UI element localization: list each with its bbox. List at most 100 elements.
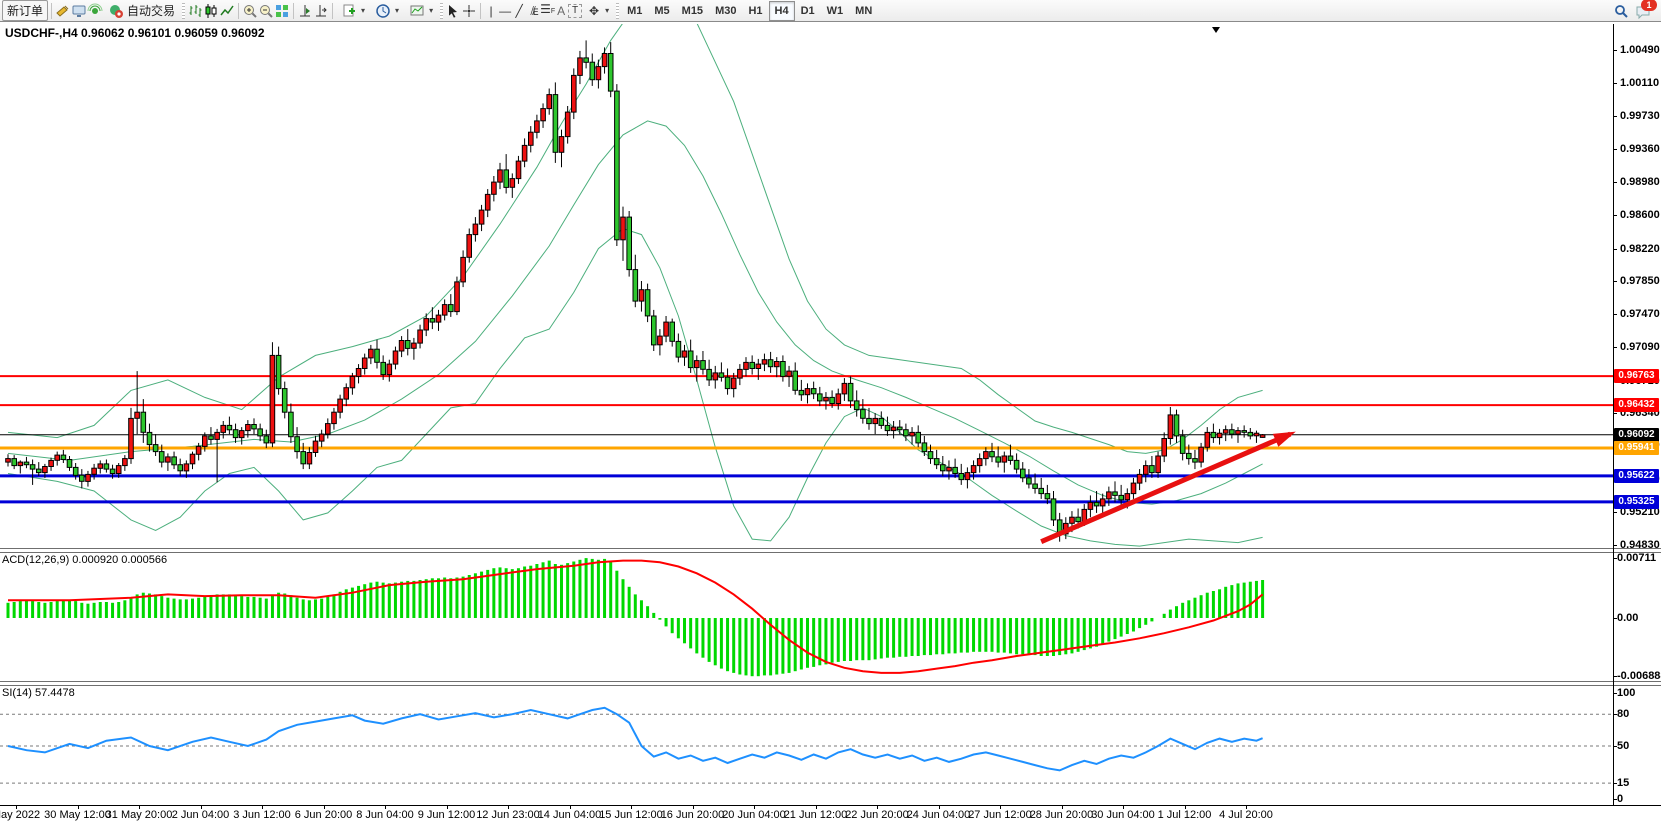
search-icon[interactable] bbox=[1613, 3, 1629, 19]
vertical-line-tool-icon[interactable]: | bbox=[484, 3, 498, 19]
candle-body bbox=[436, 315, 441, 322]
price-axis-tick bbox=[1613, 50, 1617, 51]
timeframe-button-m30[interactable]: M30 bbox=[709, 1, 742, 21]
candle-body bbox=[73, 467, 78, 475]
candle-body bbox=[633, 270, 638, 302]
candle-body bbox=[196, 446, 201, 454]
candle-body bbox=[854, 401, 859, 410]
candle-body bbox=[381, 362, 386, 374]
candle-body bbox=[1113, 492, 1118, 496]
candle-body bbox=[984, 452, 989, 459]
candle-body bbox=[455, 282, 460, 312]
auto-scroll-icon[interactable] bbox=[297, 3, 313, 19]
candle-body bbox=[713, 373, 718, 380]
crosshair-tool-icon[interactable] bbox=[461, 3, 477, 19]
arrows-tool-button[interactable]: ✥▾ bbox=[582, 0, 614, 21]
main-chart-canvas[interactable] bbox=[0, 24, 1613, 548]
candle-body bbox=[1199, 447, 1204, 462]
candle-body bbox=[1168, 415, 1173, 439]
candle-body bbox=[405, 341, 410, 349]
candle-body bbox=[941, 465, 946, 471]
zoom-in-icon[interactable] bbox=[242, 3, 258, 19]
candle-body bbox=[934, 459, 939, 465]
new-order-button[interactable]: 新订单 bbox=[2, 0, 48, 21]
rsi-canvas[interactable] bbox=[0, 684, 1613, 805]
candle-body bbox=[756, 364, 761, 368]
timeframe-button-w1[interactable]: W1 bbox=[821, 1, 850, 21]
macd-canvas[interactable] bbox=[0, 551, 1613, 681]
candle-body bbox=[959, 474, 964, 480]
clock-icon bbox=[375, 3, 391, 19]
bar-chart-type-icon[interactable] bbox=[187, 3, 203, 19]
candle-body bbox=[326, 424, 331, 435]
fibonacci-tool-icon[interactable]: ☰F bbox=[540, 1, 554, 20]
candlestick-chart-type-icon[interactable] bbox=[203, 3, 219, 19]
zoom-out-icon[interactable] bbox=[258, 3, 274, 19]
timeframe-button-d1[interactable]: D1 bbox=[795, 1, 821, 21]
new-chart-button[interactable]: ▾ bbox=[336, 0, 370, 21]
candle-body bbox=[313, 441, 318, 452]
candle-body bbox=[1254, 433, 1259, 436]
timeframe-button-h1[interactable]: H1 bbox=[742, 1, 768, 21]
rsi-axis-label: 80 bbox=[1617, 708, 1657, 720]
price-axis-tick bbox=[1613, 347, 1617, 348]
candle-body bbox=[1150, 466, 1155, 473]
price-axis-tick bbox=[1613, 83, 1617, 84]
candle-body bbox=[424, 319, 429, 330]
market-watch-icon[interactable] bbox=[55, 3, 71, 19]
chart-shift-icon[interactable] bbox=[313, 3, 329, 19]
candle-body bbox=[430, 319, 435, 323]
price-axis-tick bbox=[1613, 281, 1617, 282]
candle-body bbox=[1137, 474, 1142, 483]
candle-body bbox=[356, 369, 361, 377]
candle-body bbox=[627, 217, 632, 270]
candle-body bbox=[602, 54, 607, 67]
candle-body bbox=[1242, 431, 1247, 433]
line-chart-type-icon[interactable] bbox=[219, 3, 235, 19]
arrows-tool-icon: ✥ bbox=[587, 3, 601, 19]
notifications-chat-icon[interactable]: 1 bbox=[1635, 3, 1651, 19]
candle-body bbox=[1260, 435, 1265, 438]
timeframe-button-m5[interactable]: M5 bbox=[648, 1, 675, 21]
candle-body bbox=[319, 434, 324, 441]
indicators-icon bbox=[409, 3, 425, 19]
candle-body bbox=[670, 322, 675, 341]
candle-body bbox=[80, 475, 85, 481]
candle-body bbox=[43, 467, 48, 473]
tile-windows-icon[interactable] bbox=[274, 3, 290, 19]
autotrading-button[interactable]: 自动交易 bbox=[103, 0, 180, 21]
cursor-tool-icon[interactable] bbox=[445, 3, 461, 19]
candle-body bbox=[55, 455, 60, 460]
candle-body bbox=[1144, 466, 1149, 475]
price-level-badge: 0.96432 bbox=[1614, 398, 1659, 412]
timeframe-button-m15[interactable]: M15 bbox=[676, 1, 709, 21]
channel-tool-icon[interactable]: ⫽ᴇ bbox=[526, 3, 540, 19]
timeframe-button-m1[interactable]: M1 bbox=[621, 1, 648, 21]
text-label-tool-icon[interactable]: T bbox=[568, 4, 582, 18]
price-axis-tick bbox=[1613, 149, 1617, 150]
profiles-button[interactable]: ▾ bbox=[370, 0, 404, 21]
candle-body bbox=[1100, 499, 1105, 506]
notification-count-badge: 1 bbox=[1641, 0, 1657, 11]
chart-shift-marker[interactable] bbox=[1212, 27, 1220, 33]
candle-body bbox=[615, 91, 620, 240]
candle-body bbox=[504, 170, 509, 188]
trading-terminal-window: 新订单 自动交易 bbox=[0, 0, 1661, 821]
trendline-tool-icon[interactable]: ╱ bbox=[512, 3, 526, 19]
terminal-icon[interactable] bbox=[71, 3, 87, 19]
candle-body bbox=[1125, 494, 1130, 500]
timeframe-button-h4[interactable]: H4 bbox=[769, 1, 795, 21]
candle-body bbox=[153, 445, 158, 452]
indicators-button[interactable]: ▾ bbox=[404, 0, 438, 21]
candle-body bbox=[295, 437, 300, 452]
time-axis[interactable]: May 202230 May 12:0031 May 20:002 Jun 04… bbox=[0, 805, 1661, 821]
timeframe-button-mn[interactable]: MN bbox=[849, 1, 878, 21]
text-tool-icon[interactable]: A bbox=[554, 3, 568, 19]
horizontal-line-tool-icon[interactable]: — bbox=[498, 3, 512, 19]
candle-body bbox=[824, 397, 829, 401]
candle-body bbox=[1002, 456, 1007, 462]
candle-body bbox=[98, 464, 103, 468]
candle-body bbox=[971, 466, 976, 473]
time-axis-label: 4 Jul 20:00 bbox=[1201, 809, 1291, 821]
signal-icon[interactable] bbox=[87, 3, 103, 19]
